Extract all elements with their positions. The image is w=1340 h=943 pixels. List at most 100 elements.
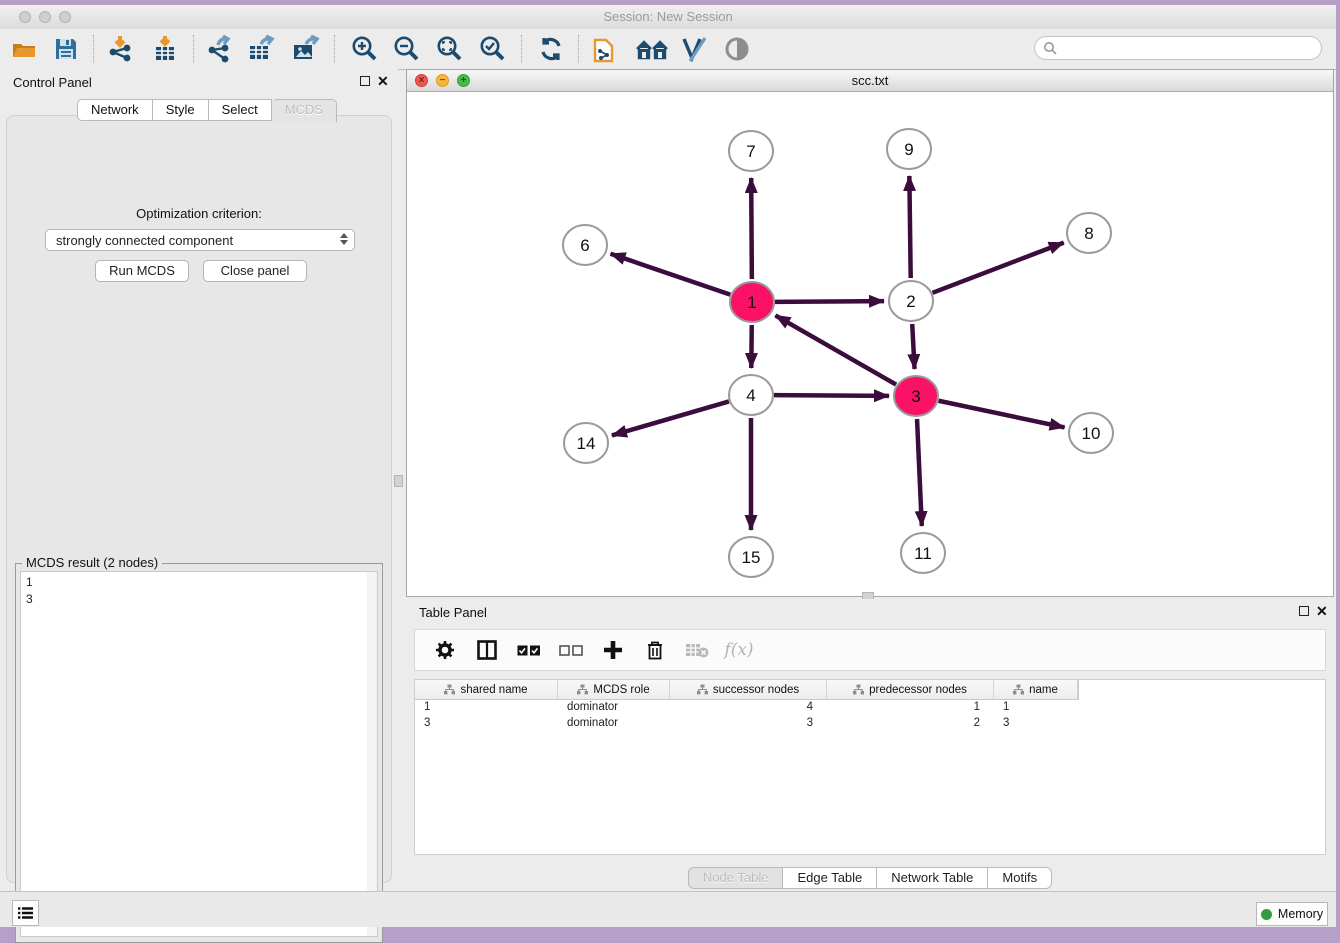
import-network-button[interactable] — [106, 34, 136, 64]
control-panel-header: Control Panel ✕ — [0, 69, 398, 95]
graph-node-2[interactable]: 2 — [889, 281, 933, 321]
clone-network-button[interactable] — [590, 34, 620, 64]
table-cell[interactable]: 1 — [994, 700, 1078, 716]
table-cell[interactable]: 1 — [415, 700, 558, 716]
column-header-MCDS-role[interactable]: MCDS role — [558, 680, 670, 699]
table-cell[interactable]: 3 — [415, 716, 558, 732]
table-cell[interactable]: dominator — [558, 716, 670, 732]
graph-node-6[interactable]: 6 — [563, 225, 607, 265]
float-panel-icon[interactable] — [360, 76, 370, 86]
graph-node-4[interactable]: 4 — [729, 375, 773, 415]
close-table-panel-icon[interactable]: ✕ — [1316, 603, 1328, 620]
show-task-history-button[interactable] — [12, 900, 39, 926]
table-row[interactable]: 1dominator411 — [415, 700, 1325, 716]
save-session-button[interactable] — [51, 34, 81, 64]
graph-node-15[interactable]: 15 — [729, 537, 773, 577]
graph-node-10[interactable]: 10 — [1069, 413, 1113, 453]
tab-motifs[interactable]: Motifs — [988, 867, 1052, 889]
select-all-button[interactable] — [517, 638, 541, 662]
column-header-predecessor-nodes[interactable]: predecessor nodes — [827, 680, 994, 699]
houses-button[interactable] — [634, 34, 670, 64]
columns-icon — [477, 640, 497, 660]
graph-edge-1-6[interactable] — [611, 254, 731, 295]
graph-edge-1-2[interactable] — [775, 301, 884, 302]
graph-edge-4-3[interactable] — [774, 395, 889, 396]
delete-column-button[interactable] — [643, 638, 667, 662]
create-column-button[interactable] — [601, 638, 625, 662]
graph-node-9[interactable]: 9 — [887, 129, 931, 169]
import-table-button[interactable] — [150, 34, 180, 64]
main-toolbar — [0, 29, 1336, 70]
column-header-name[interactable]: name — [994, 680, 1078, 699]
toggle-graphics-details-button[interactable] — [679, 34, 709, 64]
tab-network[interactable]: Network — [77, 99, 153, 121]
table-cell[interactable]: 3 — [994, 716, 1078, 732]
tab-style[interactable]: Style — [153, 99, 209, 121]
table-cell[interactable]: 3 — [670, 716, 827, 732]
table-cell[interactable]: dominator — [558, 700, 670, 716]
zoom-in-button[interactable] — [349, 34, 379, 64]
panel-splitter-handle[interactable] — [394, 475, 403, 487]
close-panel-button[interactable]: Close panel — [203, 260, 307, 282]
close-panel-icon[interactable]: ✕ — [377, 73, 389, 90]
deselect-all-button[interactable] — [559, 638, 583, 662]
column-header-successor-nodes[interactable]: successor nodes — [670, 680, 827, 699]
optimization-criterion-dropdown[interactable]: strongly connected component — [45, 229, 355, 251]
toolbar-separator — [578, 35, 579, 63]
table-cell[interactable]: 2 — [827, 716, 994, 732]
overview-button[interactable] — [722, 34, 752, 64]
svg-text:3: 3 — [911, 387, 920, 406]
graph-edge-3-1[interactable] — [775, 315, 896, 384]
apply-function-button[interactable]: f(x) — [727, 638, 751, 662]
graph-node-3[interactable]: 3 — [894, 376, 938, 416]
split-panel-button[interactable] — [475, 638, 499, 662]
table-body: 1dominator4113dominator323 — [415, 700, 1325, 732]
hierarchy-icon — [1013, 684, 1024, 695]
result-scrollbar[interactable] — [367, 572, 377, 936]
zoom-fit-button[interactable] — [434, 34, 464, 64]
open-session-button[interactable] — [9, 34, 39, 64]
zoom-in-icon — [350, 35, 378, 63]
tab-network-table[interactable]: Network Table — [877, 867, 988, 889]
tab-select[interactable]: Select — [209, 99, 272, 121]
graph-edge-2-9[interactable] — [909, 176, 910, 278]
tab-mcds[interactable]: MCDS — [272, 99, 337, 122]
svg-text:1: 1 — [747, 293, 756, 312]
svg-text:15: 15 — [742, 548, 761, 567]
delete-table-button[interactable] — [685, 638, 709, 662]
graph-edge-3-11[interactable] — [917, 419, 922, 526]
export-table-button[interactable] — [247, 34, 277, 64]
run-mcds-button[interactable]: Run MCDS — [95, 260, 189, 282]
graph-node-14[interactable]: 14 — [564, 423, 608, 463]
zoom-out-button[interactable] — [391, 34, 421, 64]
graph-edge-3-10[interactable] — [939, 401, 1065, 428]
float-table-panel-icon[interactable] — [1299, 606, 1309, 616]
graph-node-11[interactable]: 11 — [901, 533, 945, 573]
graph-edge-2-3[interactable] — [912, 324, 914, 369]
column-header-shared-name[interactable]: shared name — [415, 680, 558, 699]
graph-edge-2-8[interactable] — [932, 243, 1063, 293]
zoom-selected-button[interactable] — [477, 34, 507, 64]
graph-node-8[interactable]: 8 — [1067, 213, 1111, 253]
zoom-selected-icon — [478, 35, 506, 63]
graph-edge-4-14[interactable] — [612, 401, 729, 435]
tab-edge-table[interactable]: Edge Table — [783, 867, 877, 889]
graph-node-7[interactable]: 7 — [729, 131, 773, 171]
table-row[interactable]: 3dominator323 — [415, 716, 1325, 732]
network-canvas[interactable]: 1 2 3 4 6 7 8 9 10 11 14 15 — [407, 92, 1333, 595]
search-field[interactable] — [1034, 36, 1322, 60]
table-cell[interactable]: 4 — [670, 700, 827, 716]
dropdown-stepper-icon — [340, 233, 348, 245]
tab-node-table[interactable]: Node Table — [688, 867, 784, 889]
mcds-result-text[interactable]: 1 3 — [20, 571, 378, 937]
export-network-button[interactable] — [205, 34, 235, 64]
memory-button[interactable]: Memory — [1256, 902, 1328, 926]
list-icon — [18, 906, 34, 920]
export-image-button[interactable] — [291, 34, 321, 64]
export-table-icon — [247, 35, 277, 63]
graph-node-1[interactable]: 1 — [730, 282, 774, 322]
apply-layout-button[interactable] — [536, 34, 566, 64]
table-cell[interactable]: 1 — [827, 700, 994, 716]
graph-edge-1-7[interactable] — [751, 178, 752, 279]
table-settings-button[interactable] — [433, 638, 457, 662]
